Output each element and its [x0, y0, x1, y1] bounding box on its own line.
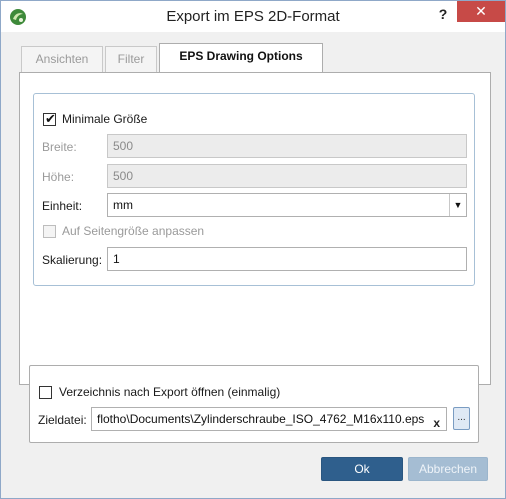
unit-dropdown[interactable]: mm ▼: [107, 193, 467, 217]
width-label: Breite:: [42, 140, 77, 154]
open-directory-label: Verzeichnis nach Export öffnen (einmalig…: [59, 385, 281, 399]
minimal-size-checkbox[interactable]: ✔: [43, 111, 56, 126]
width-field[interactable]: 500: [107, 134, 467, 158]
fit-page-checkbox[interactable]: [43, 225, 56, 238]
window-title: Export im EPS 2D-Format: [166, 8, 340, 25]
unit-value: mm: [113, 198, 133, 212]
scaling-label: Skalierung:: [42, 253, 103, 267]
fit-page-label: Auf Seitengröße anpassen: [62, 224, 205, 238]
open-directory-checkbox[interactable]: [39, 386, 52, 399]
cancel-button[interactable]: Abbrechen: [408, 457, 488, 481]
export-dialog: Export im EPS 2D-Format ? ✕ Ansichten Fi…: [0, 0, 506, 499]
title-bar: Export im EPS 2D-Format ? ✕: [1, 1, 505, 32]
unit-label: Einheit:: [42, 199, 83, 213]
tab-ansichten[interactable]: Ansichten: [21, 46, 103, 72]
minimal-size-label: Minimale Größe: [62, 112, 148, 126]
close-button[interactable]: ✕: [457, 1, 505, 22]
tab-filter[interactable]: Filter: [105, 46, 157, 72]
scaling-field[interactable]: 1: [107, 247, 467, 271]
chevron-down-icon[interactable]: ▼: [449, 194, 466, 216]
target-file-label: Zieldatei:: [38, 413, 87, 427]
help-button[interactable]: ?: [433, 4, 453, 24]
ok-button[interactable]: Ok: [321, 457, 403, 481]
target-file-field[interactable]: flotho\Documents\Zylinderschraube_ISO_47…: [91, 407, 447, 431]
tab-eps-drawing-options[interactable]: EPS Drawing Options: [159, 43, 323, 72]
browse-button[interactable]: ...: [453, 407, 470, 430]
clear-icon[interactable]: x: [433, 412, 440, 430]
export-target-group: Verzeichnis nach Export öffnen (einmalig…: [29, 365, 479, 443]
height-label: Höhe:: [42, 170, 75, 184]
tab-panel-eps-options: ✔ Minimale Größe Breite: 500 Höhe: 500 E…: [19, 72, 491, 385]
checkmark-icon: ✔: [45, 111, 56, 126]
target-file-value: flotho\Documents\Zylinderschraube_ISO_47…: [97, 412, 425, 426]
height-field[interactable]: 500: [107, 164, 467, 188]
dialog-body: Ansichten Filter EPS Drawing Options ✔ M…: [1, 32, 505, 498]
size-options-group: ✔ Minimale Größe Breite: 500 Höhe: 500 E…: [33, 93, 475, 286]
